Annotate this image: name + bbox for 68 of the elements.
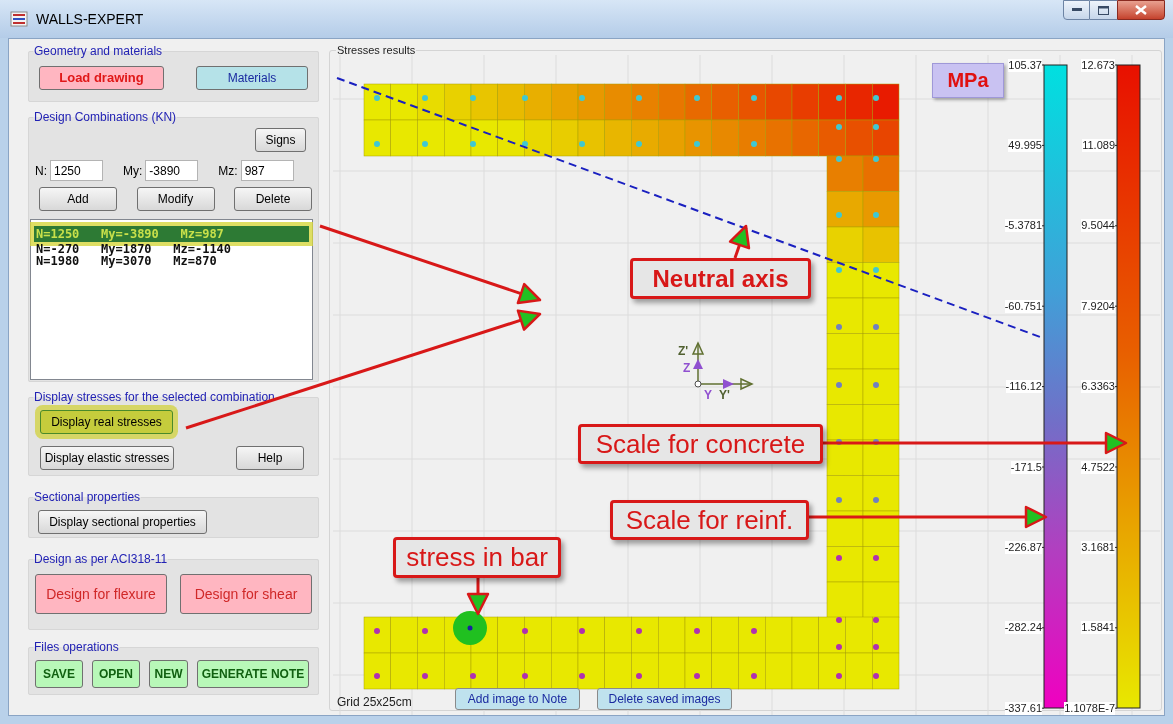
file-button[interactable]: SAVE <box>35 660 83 688</box>
group-title: Design as per ACI318-11 <box>33 551 169 568</box>
close-button[interactable] <box>1117 0 1165 20</box>
callout-label: stress in bar <box>393 537 561 578</box>
field-label: Mz: <box>218 162 238 180</box>
sectional-properties-button[interactable]: Display sectional properties <box>38 510 207 534</box>
callout-label: Neutral axis <box>630 258 811 299</box>
unit-badge: MPa <box>932 62 1004 98</box>
group-title: Geometry and materials <box>33 43 164 60</box>
group-title: Display stresses for the selected combination <box>33 389 276 406</box>
axis-label: Y <box>704 388 712 401</box>
group-title: Design Combinations (KN) <box>33 109 178 126</box>
group-title: Sectional properties <box>33 489 142 506</box>
image-button[interactable]: Add image to Note <box>455 687 580 710</box>
window-title: WALLS-EXPERT <box>36 9 144 29</box>
number-input[interactable]: 987 <box>240 160 294 181</box>
stress-button[interactable]: Help <box>236 446 304 470</box>
grid-label: Grid 25x25cm <box>337 693 412 711</box>
stress-button[interactable]: Display elastic stresses <box>40 446 174 470</box>
scale-label: 105.37 <box>1008 58 1042 72</box>
signs-button[interactable]: Signs <box>255 128 306 152</box>
list-item[interactable]: N=1980 My=3070 Mz=870 <box>34 255 309 267</box>
materials-button[interactable]: Materials <box>196 66 308 90</box>
callout-label: Scale for concrete <box>578 424 823 464</box>
scale-label: 7.9204 <box>1081 299 1115 313</box>
callout-label: Scale for reinf. <box>610 500 809 540</box>
coordinate-axes-drawing <box>691 340 754 390</box>
scale-label: -116.12 <box>1005 380 1042 394</box>
scale-label: 1.1078E-7 <box>1064 701 1115 715</box>
list-item[interactable]: N=-270 My=1870 Mz=-1140 <box>34 243 309 255</box>
command-button[interactable]: Add <box>39 187 117 211</box>
scale-label: 12.673 <box>1081 58 1115 72</box>
scale-label: 49.995 <box>1008 138 1042 152</box>
scale-label: -226.87 <box>1004 540 1042 554</box>
app-icon <box>10 11 28 27</box>
number-input[interactable]: -3890 <box>145 160 199 181</box>
scale-label: 1.5841 <box>1081 621 1115 635</box>
image-button[interactable]: Delete saved images <box>597 687 732 710</box>
minimize-button[interactable] <box>1063 0 1090 20</box>
axis-label: Z' <box>678 344 689 357</box>
file-button[interactable]: GENERATE NOTE <box>197 660 309 688</box>
scale-label: 9.5044 <box>1081 219 1115 233</box>
command-button[interactable]: Delete <box>234 187 312 211</box>
scale-label: -5.3781 <box>1004 219 1042 233</box>
axis-label: Z <box>683 361 691 374</box>
scale-label: -337.61 <box>1004 701 1042 715</box>
scale-label: 4.7522 <box>1081 460 1115 474</box>
file-button[interactable]: NEW <box>149 660 188 688</box>
group-title: Files operations <box>33 639 120 656</box>
scale-label: 6.3363 <box>1081 380 1115 394</box>
maximize-button[interactable] <box>1090 0 1117 20</box>
command-button[interactable]: Modify <box>136 187 215 211</box>
panel-title: Stresses results <box>336 43 417 58</box>
scale-label: -282.24 <box>1004 621 1042 635</box>
minimize-icon <box>1071 8 1082 12</box>
close-icon <box>1135 5 1147 15</box>
axis-label: Y' <box>719 388 730 401</box>
number-input[interactable]: 1250 <box>50 160 103 181</box>
callout-arrow <box>466 578 490 616</box>
scale-label: -60.751 <box>1004 299 1042 313</box>
field-label: N: <box>35 162 47 180</box>
maximize-icon <box>1098 5 1109 15</box>
callout-arrow <box>728 224 751 259</box>
scale-label: -171.5 <box>1010 460 1042 474</box>
file-button[interactable]: OPEN <box>92 660 140 688</box>
field-label: My: <box>123 162 143 180</box>
scale-label: 3.1681 <box>1081 540 1115 554</box>
scale-label: 11.089 <box>1082 138 1115 152</box>
